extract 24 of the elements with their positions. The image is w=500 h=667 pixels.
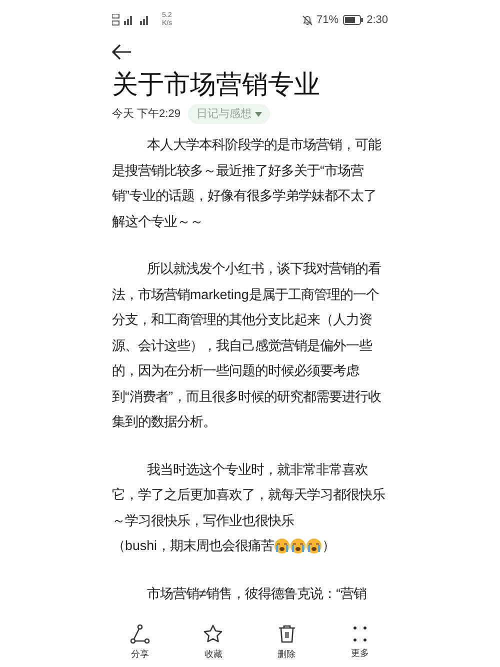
paragraph-text: ） bbox=[322, 537, 336, 556]
crying-face-icon bbox=[290, 538, 306, 554]
muted-bell-icon bbox=[302, 14, 313, 26]
more-icon bbox=[352, 625, 368, 644]
trash-icon bbox=[278, 624, 296, 644]
paragraph-text: 本人大学本科阶段学的是市场营销，可能是搜营销比较多～最近推了好多关于“市场营销”专业的话题，好像有很多学弟学妹都不太了解这个专业～～ bbox=[112, 136, 382, 231]
paragraph-text: （bushi，期末周也会很痛苦 bbox=[112, 537, 274, 556]
paragraph-text: 我当时选这个专业时，就非常非常喜欢它，学了之后更加喜欢了，就每天学习都很快乐～学习很快乐，写作业也很快乐 bbox=[112, 460, 386, 530]
crying-face-icon bbox=[274, 538, 290, 554]
trash-button[interactable]: 删除 bbox=[256, 624, 317, 662]
share-icon bbox=[130, 624, 150, 644]
crying-face-icon bbox=[306, 538, 322, 554]
battery-percentage: 71% bbox=[316, 12, 339, 28]
star-button[interactable]: 收藏 bbox=[183, 624, 244, 662]
status-time: 2:30 bbox=[366, 12, 388, 28]
share-button[interactable]: 分享 bbox=[110, 624, 170, 662]
paragraph-text: 所以就浅发个小红书，谈下我对营销的看法，市场营销marketing是属于工商管理的一个分支，和工商管理的其他分支比起来（人力资源、会计这些），我自己感觉营销是偏外一些的，因为在分析一些问题的时候必须要考虑到“消费者”，而且很多时候的研究都需要进行收集到的数据分析。 bbox=[112, 260, 382, 432]
post-title: 关于市场营销专业 bbox=[112, 68, 321, 101]
paragraph-text: 市场营销≠销售，彼得德鲁克说：“营销 bbox=[146, 584, 368, 603]
post-date: 今天 下午2:29 bbox=[112, 106, 180, 122]
star-icon bbox=[203, 624, 224, 644]
battery-icon bbox=[342, 15, 363, 25]
caret-icon bbox=[255, 112, 262, 117]
more-button[interactable]: 更多 bbox=[330, 625, 390, 661]
